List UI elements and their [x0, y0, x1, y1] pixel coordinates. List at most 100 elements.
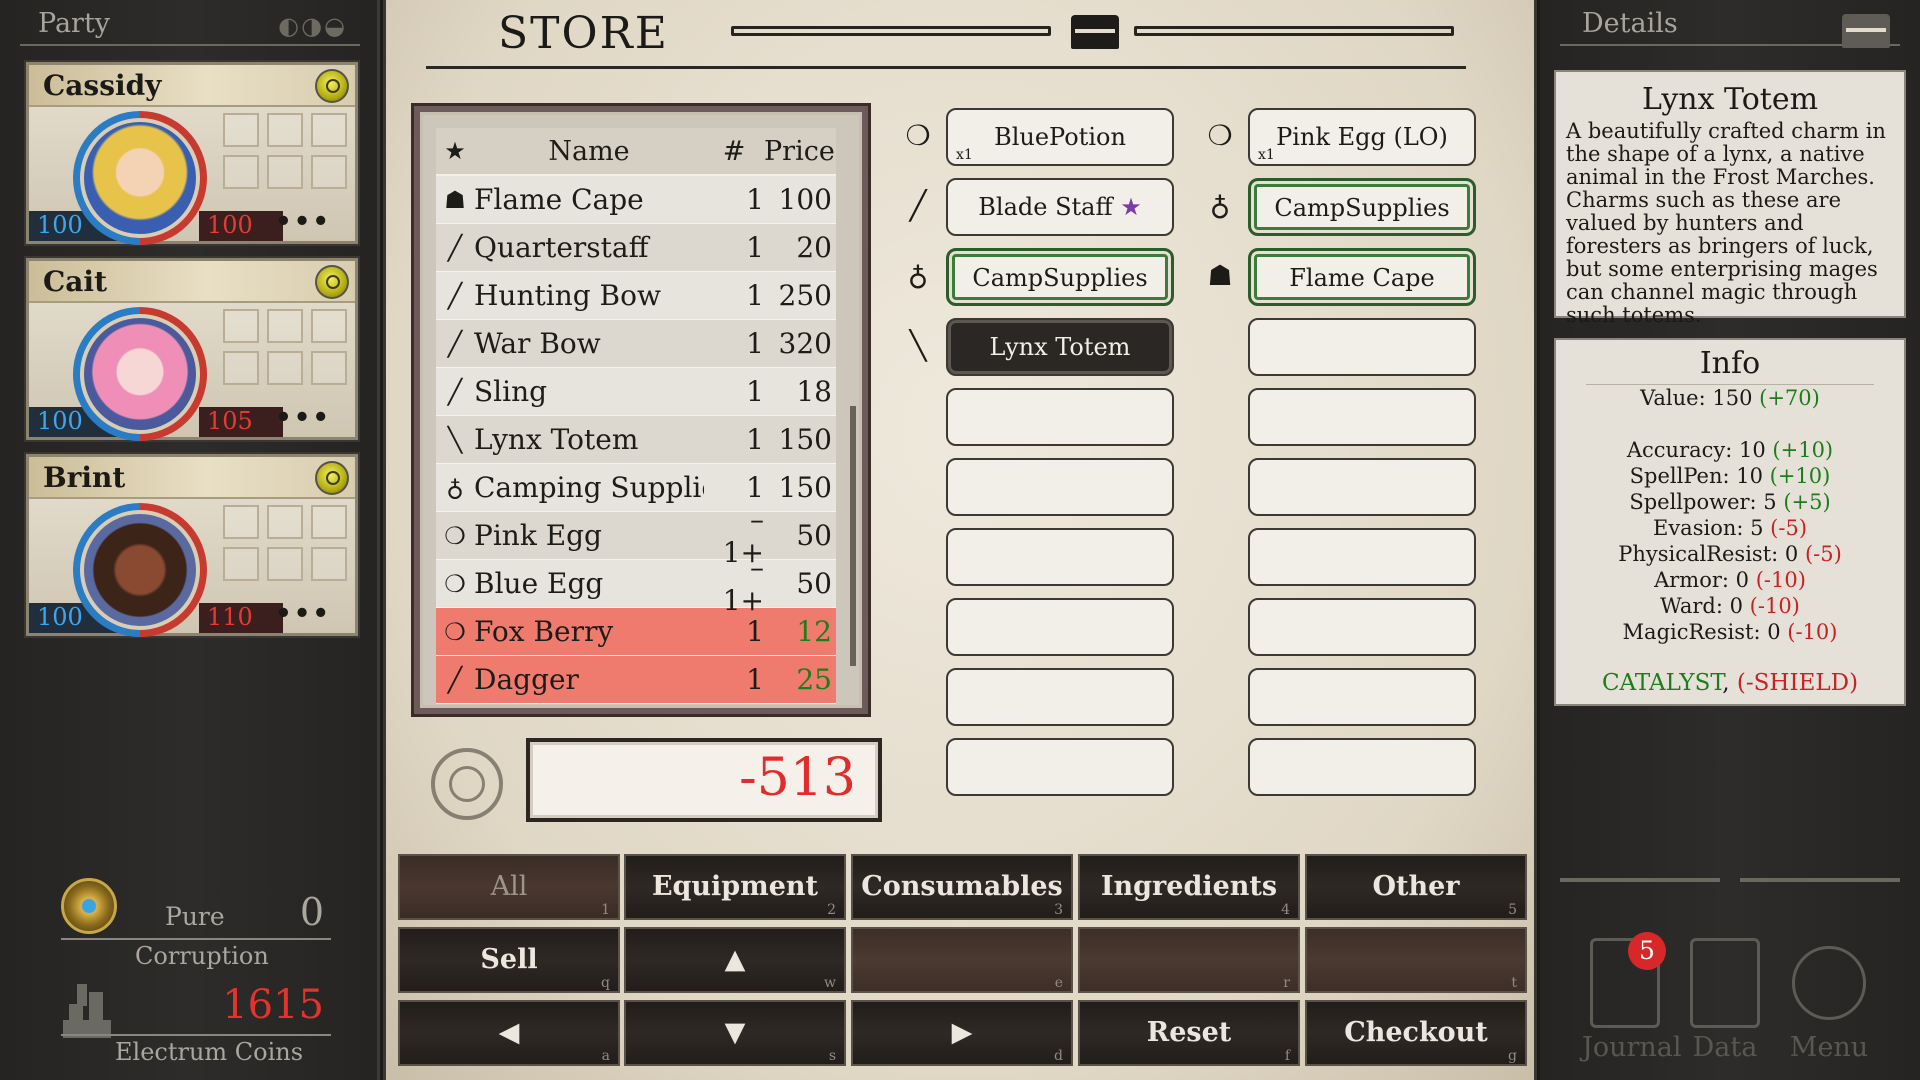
cart-slot[interactable]: Blade Staff ★ [946, 178, 1174, 236]
equip-slot[interactable] [311, 505, 347, 539]
cart-slot-empty[interactable] [946, 738, 1174, 796]
avatar[interactable] [80, 510, 200, 630]
price-column-header[interactable]: Price [764, 136, 836, 167]
left-arrow-button[interactable]: ◀ a [398, 1000, 620, 1066]
cart-slot-empty[interactable] [1248, 528, 1476, 586]
equip-slot[interactable] [311, 155, 347, 189]
equip-slot[interactable] [267, 505, 303, 539]
equip-slot[interactable] [223, 155, 259, 189]
table-scrollbar[interactable] [850, 406, 856, 666]
table-row[interactable]: ╱ War Bow 1 320 [436, 320, 836, 368]
reset-button[interactable]: Reset f [1078, 1000, 1300, 1066]
table-row[interactable]: ☗ Flame Cape 1 100 [436, 176, 836, 224]
item-qty[interactable]: 1 [704, 663, 764, 696]
tab-other[interactable]: Other 5 [1305, 854, 1527, 920]
bag-icon: ♁ [446, 473, 464, 502]
equip-slot[interactable] [311, 351, 347, 385]
cart-slot[interactable]: CampSupplies [1248, 178, 1476, 236]
cart-slot-empty[interactable] [946, 388, 1174, 446]
equip-slot[interactable] [311, 309, 347, 343]
item-qty[interactable]: 1 [704, 327, 764, 360]
party-member-card[interactable]: Brint 100 110 ••• [26, 454, 358, 637]
cart-slot-empty[interactable] [946, 458, 1174, 516]
table-row[interactable]: ❍ Pink Egg – 1+ 50 [436, 503, 836, 569]
tab-consumables[interactable]: Consumables 3 [851, 854, 1073, 920]
equip-slot[interactable] [223, 309, 259, 343]
equip-slot[interactable] [267, 547, 303, 581]
bow-icon: ╱ [447, 281, 463, 310]
table-row[interactable]: ❍ Fox Berry 1 12 [436, 608, 836, 656]
equip-slot[interactable] [223, 113, 259, 147]
tab-equipment[interactable]: Equipment 2 [624, 854, 846, 920]
member-status-badge-icon[interactable] [315, 265, 349, 299]
tab-all[interactable]: All 1 [398, 854, 620, 920]
cart-slot-empty[interactable] [946, 528, 1174, 586]
avatar[interactable] [80, 118, 200, 238]
party-member-card[interactable]: Cassidy 100 100 ••• [26, 62, 358, 245]
right-arrow-button[interactable]: ▶ d [851, 1000, 1073, 1066]
sell-button[interactable]: Sell q [398, 927, 620, 993]
equip-slot[interactable] [267, 155, 303, 189]
member-more-button[interactable]: ••• [275, 599, 331, 629]
cart-slot[interactable]: CampSupplies [946, 248, 1174, 306]
table-row[interactable]: ╲ Lynx Totem 1 150 [436, 416, 836, 464]
table-row[interactable]: ╱ Quarterstaff 1 20 [436, 224, 836, 272]
cart-slot-empty[interactable] [946, 668, 1174, 726]
member-status-badge-icon[interactable] [315, 461, 349, 495]
details-next-arrow[interactable] [1740, 878, 1900, 882]
empty-action-button[interactable]: t [1305, 927, 1527, 993]
table-row[interactable]: ❍ Blue Egg – 1+ 50 [436, 551, 836, 617]
cart-slot-empty[interactable] [1248, 668, 1476, 726]
party-member-card[interactable]: Cait 100 105 ••• [26, 258, 358, 441]
qty-column-header[interactable]: # [704, 136, 764, 167]
table-row[interactable]: ♁ Camping Supplie: 1 150 [436, 464, 836, 512]
data-button[interactable]: Data [1682, 938, 1768, 1068]
details-prev-arrow[interactable] [1560, 878, 1720, 882]
item-qty[interactable]: 1 [704, 231, 764, 264]
favorite-column-header[interactable]: ★ [436, 137, 474, 165]
table-row[interactable]: ╱ Sling 1 18 [436, 368, 836, 416]
cart-slot-empty[interactable] [1248, 388, 1476, 446]
equip-slot[interactable] [223, 547, 259, 581]
item-qty[interactable]: 1 [704, 375, 764, 408]
empty-action-button[interactable]: e [851, 927, 1073, 993]
journal-button[interactable]: Journal 5 [1582, 932, 1682, 1068]
name-column-header[interactable]: Name [474, 136, 704, 167]
tab-ingredients[interactable]: Ingredients 4 [1078, 854, 1300, 920]
cart-slot[interactable]: Flame Cape [1248, 248, 1476, 306]
cart-slot[interactable]: BluePotion x1 [946, 108, 1174, 166]
equip-slot[interactable] [223, 505, 259, 539]
item-qty[interactable]: 1 [704, 471, 764, 504]
checkout-button[interactable]: Checkout g [1305, 1000, 1527, 1066]
down-arrow-button[interactable]: ▼ s [624, 1000, 846, 1066]
item-qty[interactable]: – 1+ [704, 551, 764, 617]
equip-slot[interactable] [311, 113, 347, 147]
member-more-button[interactable]: ••• [275, 403, 331, 433]
stat-delta: (-5) [1770, 516, 1808, 540]
item-qty[interactable]: 1 [704, 279, 764, 312]
empty-action-button[interactable]: r [1078, 927, 1300, 993]
equip-slot[interactable] [223, 351, 259, 385]
equip-slot[interactable] [311, 547, 347, 581]
cart-slot-empty[interactable] [1248, 738, 1476, 796]
table-row[interactable]: ╱ Dagger 1 25 [436, 656, 836, 704]
item-qty[interactable]: 1 [704, 615, 764, 648]
item-qty[interactable]: 1 [704, 423, 764, 456]
table-row[interactable]: ╱ Hunting Bow 1 250 [436, 272, 836, 320]
member-name: Brint [43, 461, 126, 494]
member-status-badge-icon[interactable] [315, 69, 349, 103]
item-qty[interactable]: 1 [704, 183, 764, 216]
avatar[interactable] [80, 314, 200, 434]
cart-slot-empty[interactable] [1248, 598, 1476, 656]
equip-slot[interactable] [267, 351, 303, 385]
up-arrow-button[interactable]: ▲ w [624, 927, 846, 993]
equip-slot[interactable] [267, 113, 303, 147]
member-more-button[interactable]: ••• [275, 207, 331, 237]
cart-slot-empty[interactable] [1248, 318, 1476, 376]
cart-slot-empty[interactable] [946, 598, 1174, 656]
equip-slot[interactable] [267, 309, 303, 343]
menu-button[interactable]: Menu [1786, 938, 1872, 1068]
cart-slot[interactable]: Lynx Totem [946, 318, 1174, 376]
cart-slot-empty[interactable] [1248, 458, 1476, 516]
cart-slot[interactable]: Pink Egg (LO) x1 [1248, 108, 1476, 166]
